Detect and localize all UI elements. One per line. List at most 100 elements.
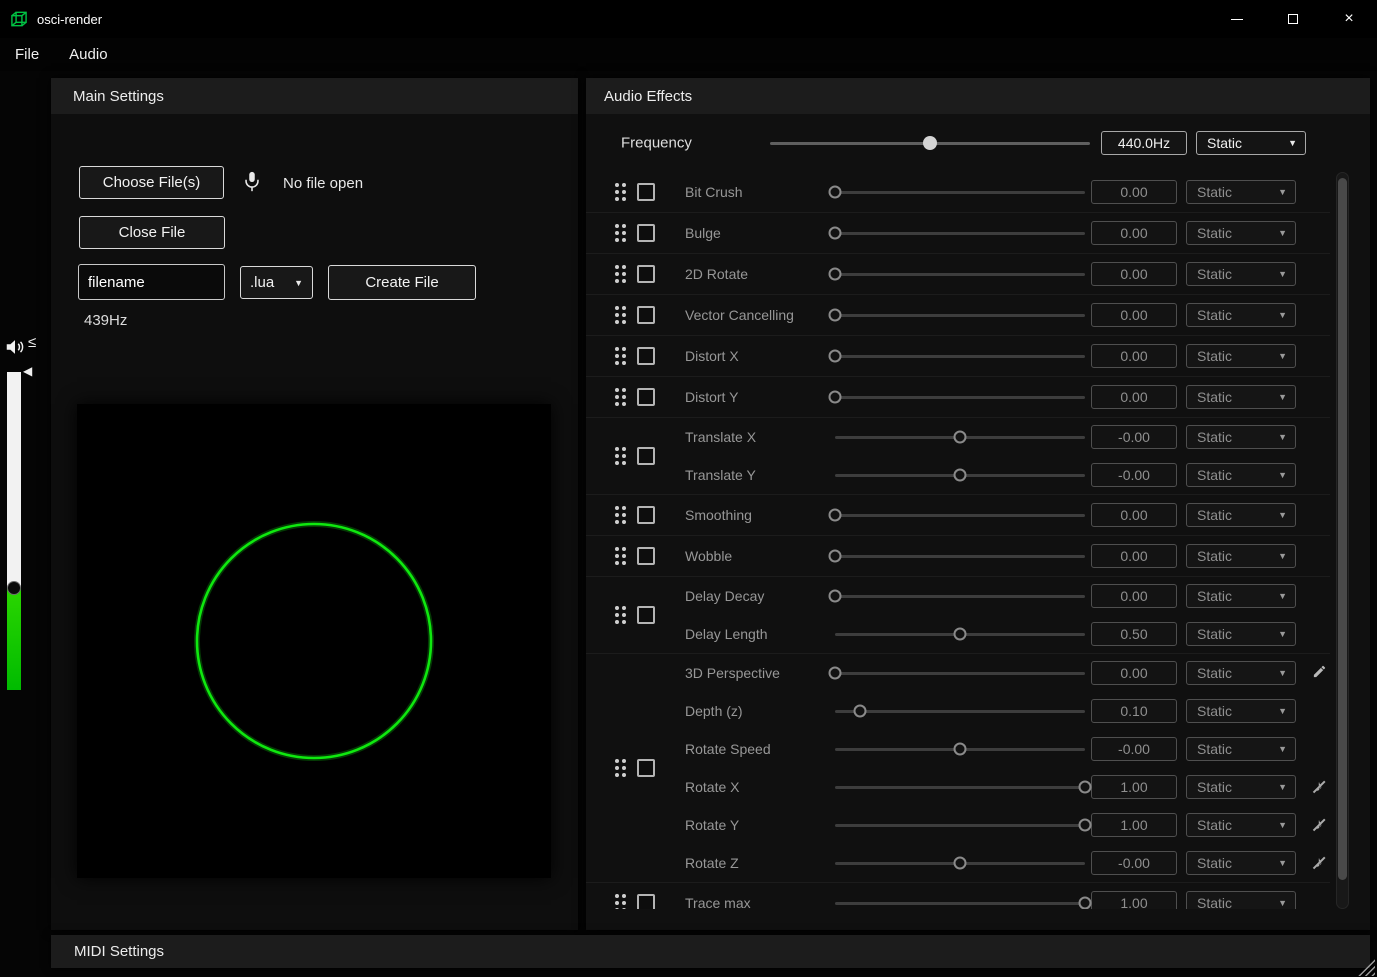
drag-handle-icon[interactable]	[615, 347, 626, 365]
midi-learn-icon[interactable]: ♪	[1309, 778, 1329, 796]
effect-enable-checkbox[interactable]	[637, 759, 655, 777]
effect-enable-checkbox[interactable]	[637, 606, 655, 624]
effect-value-box[interactable]: 0.00	[1091, 661, 1177, 685]
effect-slider[interactable]	[835, 468, 1085, 482]
effect-slider-thumb[interactable]	[954, 743, 967, 756]
effect-mode-select[interactable]: Static▼	[1186, 851, 1296, 875]
frequency-mode-select[interactable]: Static ▼	[1196, 131, 1306, 155]
scrollbar-thumb[interactable]	[1338, 178, 1347, 880]
effects-scrollbar[interactable]	[1336, 172, 1349, 909]
effect-slider-thumb[interactable]	[954, 857, 967, 870]
effect-enable-checkbox[interactable]	[637, 894, 655, 909]
effect-mode-select[interactable]: Static▼	[1186, 699, 1296, 723]
midi-learn-icon[interactable]: ♪	[1309, 854, 1329, 872]
effect-mode-select[interactable]: Static▼	[1186, 344, 1296, 368]
volume-slider[interactable]	[7, 372, 21, 690]
effect-mode-select[interactable]: Static▼	[1186, 221, 1296, 245]
drag-handle-icon[interactable]	[615, 388, 626, 406]
effect-enable-checkbox[interactable]	[637, 224, 655, 242]
midi-settings-bar[interactable]: MIDI Settings	[51, 935, 1370, 968]
effect-value-box[interactable]: -0.00	[1091, 425, 1177, 449]
effect-value-box[interactable]: 1.00	[1091, 891, 1177, 909]
menu-file[interactable]: File	[0, 46, 54, 63]
effect-slider[interactable]	[835, 390, 1085, 404]
effect-slider-thumb[interactable]	[829, 667, 842, 680]
drag-handle-icon[interactable]	[615, 759, 626, 777]
drag-handle-icon[interactable]	[615, 224, 626, 242]
volume-thumb[interactable]	[7, 581, 21, 595]
effect-slider-thumb[interactable]	[1079, 897, 1092, 910]
effect-mode-select[interactable]: Static▼	[1186, 425, 1296, 449]
effect-slider-thumb[interactable]	[829, 350, 842, 363]
frequency-slider[interactable]	[770, 136, 1090, 150]
effect-slider[interactable]	[835, 856, 1085, 870]
maximize-button[interactable]	[1265, 0, 1321, 38]
midi-learn-icon[interactable]: ♪	[1309, 816, 1329, 834]
effect-enable-checkbox[interactable]	[637, 347, 655, 365]
drag-handle-icon[interactable]	[615, 506, 626, 524]
effect-value-box[interactable]: -0.00	[1091, 737, 1177, 761]
effect-slider-thumb[interactable]	[829, 590, 842, 603]
effect-slider[interactable]	[835, 896, 1085, 909]
effect-value-box[interactable]: 0.00	[1091, 221, 1177, 245]
effect-enable-checkbox[interactable]	[637, 547, 655, 565]
minimize-button[interactable]	[1209, 0, 1265, 38]
effect-slider-thumb[interactable]	[954, 628, 967, 641]
effect-value-box[interactable]: -0.00	[1091, 851, 1177, 875]
effect-slider-thumb[interactable]	[829, 509, 842, 522]
effect-slider[interactable]	[835, 267, 1085, 281]
menu-audio[interactable]: Audio	[54, 46, 122, 63]
effect-value-box[interactable]: -0.00	[1091, 463, 1177, 487]
effect-value-box[interactable]: 0.50	[1091, 622, 1177, 646]
volume-marker-icon[interactable]: ◀	[23, 364, 32, 378]
effect-value-box[interactable]: 1.00	[1091, 813, 1177, 837]
effect-value-box[interactable]: 0.00	[1091, 344, 1177, 368]
effect-slider[interactable]	[835, 742, 1085, 756]
effect-mode-select[interactable]: Static▼	[1186, 584, 1296, 608]
effect-mode-select[interactable]: Static▼	[1186, 385, 1296, 409]
drag-handle-icon[interactable]	[615, 606, 626, 624]
effect-mode-select[interactable]: Static▼	[1186, 503, 1296, 527]
file-extension-select[interactable]: .lua ▼	[240, 266, 313, 299]
effect-mode-select[interactable]: Static▼	[1186, 661, 1296, 685]
effect-slider[interactable]	[835, 780, 1085, 794]
effect-slider-thumb[interactable]	[829, 227, 842, 240]
effect-enable-checkbox[interactable]	[637, 388, 655, 406]
effect-slider[interactable]	[835, 349, 1085, 363]
effect-mode-select[interactable]: Static▼	[1186, 891, 1296, 909]
effect-slider[interactable]	[835, 627, 1085, 641]
drag-handle-icon[interactable]	[615, 265, 626, 283]
effect-slider[interactable]	[835, 226, 1085, 240]
effect-enable-checkbox[interactable]	[637, 183, 655, 201]
drag-handle-icon[interactable]	[615, 447, 626, 465]
effect-value-box[interactable]: 0.00	[1091, 180, 1177, 204]
effect-mode-select[interactable]: Static▼	[1186, 303, 1296, 327]
microphone-icon[interactable]	[241, 168, 263, 196]
close-button[interactable]: ×	[1321, 0, 1377, 38]
effect-slider[interactable]	[835, 308, 1085, 322]
effect-slider-thumb[interactable]	[829, 309, 842, 322]
drag-handle-icon[interactable]	[615, 183, 626, 201]
drag-handle-icon[interactable]	[615, 547, 626, 565]
drag-handle-icon[interactable]	[615, 894, 626, 909]
effect-value-box[interactable]: 0.00	[1091, 584, 1177, 608]
effect-value-box[interactable]: 0.00	[1091, 262, 1177, 286]
effect-slider-thumb[interactable]	[829, 550, 842, 563]
effect-enable-checkbox[interactable]	[637, 447, 655, 465]
effect-enable-checkbox[interactable]	[637, 265, 655, 283]
effect-slider[interactable]	[835, 818, 1085, 832]
effect-slider-thumb[interactable]	[1079, 781, 1092, 794]
effect-mode-select[interactable]: Static▼	[1186, 737, 1296, 761]
effect-slider-thumb[interactable]	[954, 469, 967, 482]
pencil-edit-icon[interactable]	[1309, 664, 1329, 682]
effect-mode-select[interactable]: Static▼	[1186, 775, 1296, 799]
effect-slider-thumb[interactable]	[829, 186, 842, 199]
effect-slider[interactable]	[835, 704, 1085, 718]
effect-slider-thumb[interactable]	[1079, 819, 1092, 832]
close-file-button[interactable]: Close File	[79, 216, 225, 249]
effect-slider[interactable]	[835, 185, 1085, 199]
effect-value-box[interactable]: 1.00	[1091, 775, 1177, 799]
frequency-value-box[interactable]: 440.0Hz	[1101, 131, 1187, 155]
effect-mode-select[interactable]: Static▼	[1186, 463, 1296, 487]
effect-mode-select[interactable]: Static▼	[1186, 813, 1296, 837]
